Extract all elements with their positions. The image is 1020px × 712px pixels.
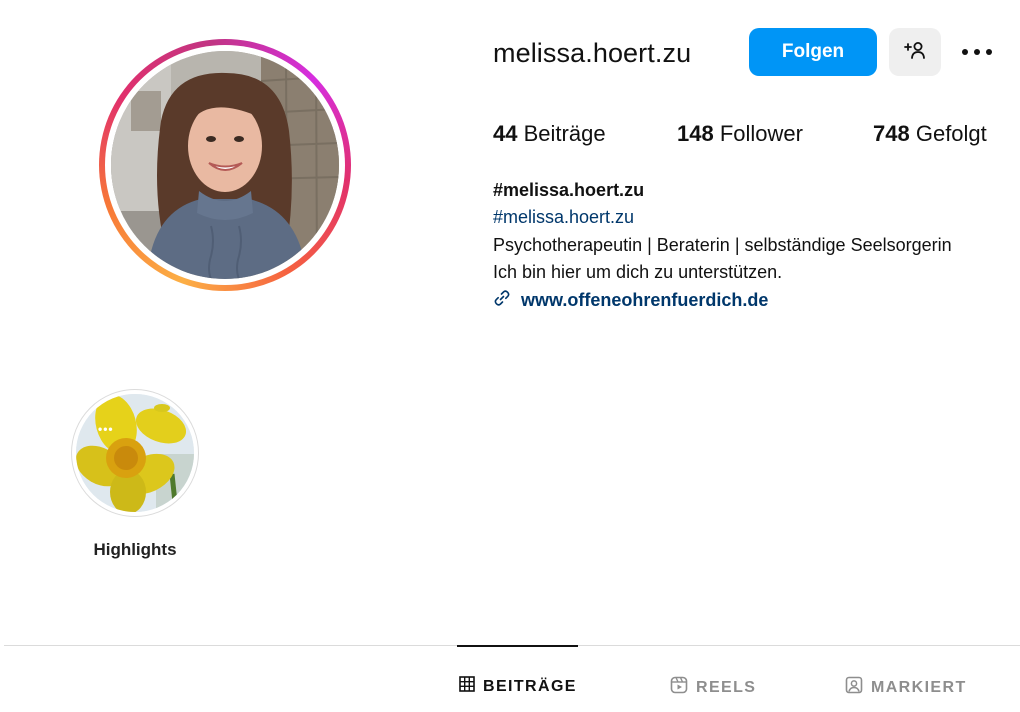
highlight-more-icon: ••• xyxy=(98,422,114,436)
tab-reels[interactable]: REELS xyxy=(670,676,756,699)
bio-name: #melissa.hoert.zu xyxy=(493,180,645,200)
following-label: Gefolgt xyxy=(915,121,987,146)
tab-tagged-label: MARKIERT xyxy=(871,678,967,696)
bio-hashtag-link[interactable]: #melissa.hoert.zu xyxy=(493,207,634,228)
profile-avatar-ring[interactable] xyxy=(99,39,351,291)
add-person-icon xyxy=(904,41,926,64)
following-count: 748 xyxy=(873,121,910,146)
followers-stat[interactable]: 148 Follower xyxy=(677,121,803,147)
following-stat[interactable]: 748 Gefolgt xyxy=(873,121,987,147)
more-horizontal-icon xyxy=(961,43,993,61)
profile-photo-image xyxy=(111,51,339,279)
active-tab-indicator xyxy=(457,645,578,647)
profile-username: melissa.hoert.zu xyxy=(493,38,692,68)
posts-stat: 44 Beiträge xyxy=(493,121,606,147)
follow-button[interactable]: Folgen xyxy=(749,28,877,76)
highlight-cover: ••• xyxy=(76,394,194,512)
bio-website-link[interactable]: www.offeneohrenfuerdich.de xyxy=(493,289,768,312)
profile-avatar[interactable] xyxy=(111,51,339,279)
link-icon xyxy=(493,289,511,312)
tab-reels-label: REELS xyxy=(696,678,757,696)
followers-count: 148 xyxy=(677,121,714,146)
tab-posts-label: BEITRÄGE xyxy=(483,677,577,695)
suggest-accounts-button[interactable] xyxy=(889,28,941,76)
bio-website-text: www.offeneohrenfuerdich.de xyxy=(521,290,769,310)
grid-icon xyxy=(459,676,475,697)
bio-line-1: Psychotherapeutin | Beraterin | selbstän… xyxy=(493,235,952,255)
highlight-label: Highlights xyxy=(93,540,177,559)
posts-count: 44 xyxy=(493,121,518,146)
followers-label: Follower xyxy=(719,121,803,146)
posts-label: Beiträge xyxy=(523,121,606,146)
tab-tagged[interactable]: MARKIERT xyxy=(845,676,967,699)
highlight-item[interactable]: ••• xyxy=(71,389,199,517)
reels-icon xyxy=(670,676,688,699)
more-options-button[interactable] xyxy=(955,34,999,70)
bio-line-2: Ich bin hier um dich zu unterstützen. xyxy=(493,262,783,282)
daffodil-image xyxy=(76,394,194,512)
tab-posts[interactable]: BEITRÄGE xyxy=(459,676,577,697)
tagged-icon xyxy=(845,676,863,699)
